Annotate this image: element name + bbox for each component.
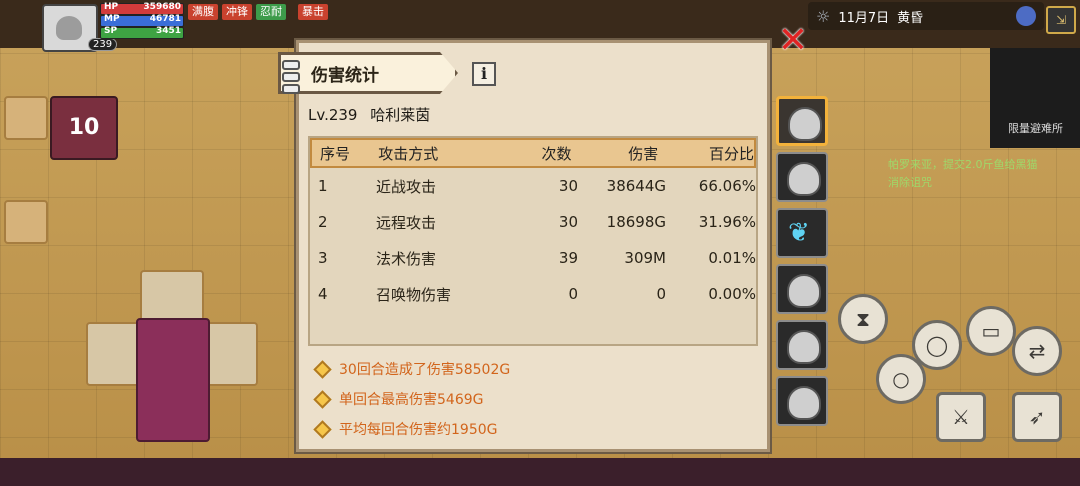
character-slot-4[interactable] — [776, 264, 828, 314]
col-header-percent: 百分比 — [709, 144, 755, 163]
sp-bar: SP 3451 — [100, 26, 184, 39]
summary-max: 单回合最高伤害5469G — [313, 388, 484, 410]
butterfly-icon: ❦ — [788, 218, 810, 248]
player-level-badge: 239 — [88, 38, 118, 51]
character-slot-1[interactable] — [776, 96, 828, 146]
row-attack: 近战攻击 — [376, 177, 437, 196]
diamond-icon — [313, 389, 332, 409]
row-percent: 0.01% — [708, 249, 756, 267]
binder-ring — [282, 84, 300, 94]
bottom-strip — [0, 458, 1080, 486]
dialog-title: 伤害统计 — [278, 52, 458, 94]
exit-icon[interactable]: ⇲ — [1046, 6, 1076, 34]
sword-icon[interactable]: ⚔ — [936, 392, 986, 442]
row-attack: 远程攻击 — [376, 213, 437, 232]
row-damage: 0 — [656, 285, 666, 303]
summary-text: 30回合造成了伤害58502G — [339, 362, 511, 378]
row-percent: 31.96% — [698, 213, 756, 231]
character-portrait — [787, 162, 821, 196]
status-tag[interactable]: 忍耐 — [256, 4, 286, 20]
col-header-index: 序号 — [320, 144, 351, 163]
row-damage: 18698G — [606, 213, 666, 231]
col-header-attack: 攻击方式 — [378, 144, 439, 163]
bow-icon[interactable]: ➶ — [1012, 392, 1062, 442]
status-tag[interactable]: 冲锋 — [222, 4, 252, 20]
date-bar: ☼ 11月7日 黄昏 — [808, 2, 1044, 30]
info-icon[interactable]: i — [472, 62, 496, 86]
table-row: 2 远程攻击 30 18698G 31.96% — [310, 204, 756, 240]
row-count: 0 — [568, 285, 578, 303]
floor-tile — [4, 200, 48, 244]
quest-text-2: 消除诅咒 — [888, 176, 932, 189]
row-count: 30 — [558, 213, 578, 231]
summary-text: 平均每回合伤害约1950G — [339, 422, 498, 438]
row-count: 39 — [558, 249, 578, 267]
row-index: 1 — [318, 177, 328, 195]
close-icon[interactable]: ✕ — [776, 23, 810, 59]
character-name: 哈利莱茵 — [370, 106, 431, 124]
sun-icon: ☼ — [816, 6, 831, 26]
character-title: Lv.239 哈利莱茵 — [308, 104, 438, 125]
row-attack: 法术伤害 — [376, 249, 437, 268]
character-slot-6[interactable] — [776, 376, 828, 426]
binder-ring — [282, 60, 300, 70]
mp-value: 46781 — [149, 14, 181, 24]
col-header-count: 次数 — [541, 144, 572, 163]
summary-average: 平均每回合伤害约1950G — [313, 418, 498, 440]
hp-label: HP — [104, 2, 119, 12]
time-of-day-text: 黄昏 — [897, 10, 924, 26]
row-index: 3 — [318, 249, 328, 267]
table-row: 3 法术伤害 39 309M 0.01% — [310, 240, 756, 276]
table-row: 4 召唤物伤害 0 0 0.00% — [310, 276, 756, 312]
hp-value: 359680 — [143, 2, 181, 12]
status-tag[interactable]: 满腹 — [188, 4, 218, 20]
row-count: 30 — [558, 177, 578, 195]
globe-icon[interactable] — [1016, 6, 1036, 26]
character-slot-3[interactable]: ❦ — [776, 208, 828, 258]
floor-tile — [4, 96, 48, 140]
row-index: 2 — [318, 213, 328, 231]
summary-total: 30回合造成了伤害58502G — [313, 358, 511, 380]
row-percent: 66.06% — [698, 177, 756, 195]
table-header: 序号 攻击方式 次数 伤害 百分比 — [310, 138, 756, 168]
book-icon[interactable]: ▭ — [966, 306, 1016, 356]
sp-value: 3451 — [155, 26, 181, 36]
character-level: Lv.239 — [308, 106, 358, 124]
floor-level-badge: 10 — [50, 96, 118, 160]
quest-text: 帕罗来亚，提交2.0斤鱼给黑猫 — [888, 158, 1038, 171]
limited-shelter-label: 限量避难所 — [1008, 122, 1063, 135]
dpad-center — [136, 318, 210, 442]
character-slot-2[interactable] — [776, 152, 828, 202]
character-portrait — [787, 274, 821, 308]
table-row: 1 近战攻击 30 38644G 66.06% — [310, 168, 756, 204]
row-percent: 0.00% — [708, 285, 756, 303]
row-index: 4 — [318, 285, 328, 303]
diamond-icon — [313, 359, 332, 379]
character-slot-5[interactable] — [776, 320, 828, 370]
swap-icon[interactable]: ⇄ — [1012, 326, 1062, 376]
damage-table: 序号 攻击方式 次数 伤害 百分比 1 近战攻击 30 38644G 66.06… — [308, 136, 758, 346]
character-portrait — [787, 330, 821, 364]
col-header-damage: 伤害 — [628, 144, 659, 163]
date-text: 11月7日 — [838, 10, 890, 26]
hourglass-icon[interactable]: ⧗ — [838, 294, 888, 344]
summary-text: 单回合最高伤害5469G — [339, 392, 484, 408]
row-damage: 38644G — [606, 177, 666, 195]
character-portrait — [788, 107, 822, 141]
character-portrait — [787, 386, 821, 420]
diamond-icon — [313, 419, 332, 439]
binder-ring — [282, 72, 300, 82]
status-tag[interactable]: 暴击 — [298, 4, 328, 20]
magnify-icon[interactable]: ○ — [876, 354, 926, 404]
sp-label: SP — [104, 26, 118, 36]
row-attack: 召唤物伤害 — [376, 285, 452, 304]
row-damage: 309M — [624, 249, 666, 267]
mp-label: MP — [104, 14, 120, 24]
